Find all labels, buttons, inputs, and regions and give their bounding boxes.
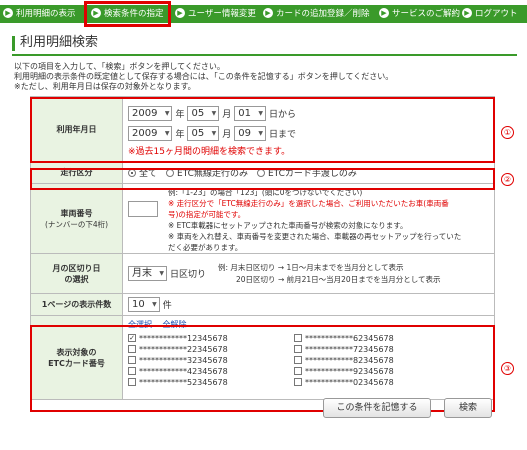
intro-line: 利用明細の表示条件の既定値として保存する場合には、「この条件を記憶する」ボタンを… bbox=[14, 72, 394, 81]
per-page-label: 1ページの表示件数 bbox=[31, 294, 123, 315]
per-page-unit: 件 bbox=[162, 301, 172, 311]
annotation-box-date bbox=[30, 97, 495, 163]
cutoff-label-sub: の選択 bbox=[64, 274, 89, 284]
nav-item-card-register[interactable]: ▶ カードの追加登録／削除 bbox=[263, 5, 370, 23]
chevron-right-icon: ▶ bbox=[263, 7, 273, 18]
vehicle-note: ※ 走行区分で「ETC無線走行のみ」を選択した場合、ご利用いただいたお車(車両番 bbox=[168, 199, 449, 208]
nav-bar: ▶ 利用明細の表示 ▶ 検索条件の指定 ▶ ユーザー情報変更 ▶ カードの追加登録／削除… bbox=[0, 5, 527, 23]
cutoff-examples: 例: 月末日区切り → 1日～月末までを当月分として表示 20日区切り → 前月… bbox=[218, 262, 440, 286]
nav-item-user-info[interactable]: ▶ ユーザー情報変更 bbox=[175, 5, 256, 23]
cutoff-label: 月の区切り日 の選択 bbox=[31, 254, 123, 293]
vehicle-row: 車両番号 (ナンバーの下4桁) 例:「1-23」の場合「123」(頭に0をつけな… bbox=[31, 184, 494, 254]
cutoff-label-main: 月の区切り日 bbox=[52, 263, 101, 273]
chevron-right-icon: ▶ bbox=[3, 7, 13, 18]
nav-selection-highlight bbox=[84, 1, 171, 27]
top-nav: ▶ 利用明細の表示 ▶ 検索条件の指定 ▶ ユーザー情報変更 ▶ カードの追加登録／削除… bbox=[0, 0, 527, 30]
save-conditions-button[interactable]: この条件を記憶する bbox=[323, 398, 431, 418]
marker-2: ② bbox=[501, 173, 514, 186]
nav-item-logout[interactable]: ▶ ログアウト bbox=[462, 5, 518, 23]
search-button[interactable]: 検索 bbox=[444, 398, 492, 418]
nav-item-cancel-service[interactable]: ▶ サービスのご解約 bbox=[379, 5, 460, 23]
intro-text: 以下の項目を入力して、「検索」ボタンを押してください。 利用明細の表示条件の既定… bbox=[14, 62, 514, 92]
vehicle-fields: 例:「1-23」の場合「123」(頭に0をつけないでください) ※ 走行区分で「… bbox=[123, 184, 494, 253]
chevron-right-icon: ▶ bbox=[462, 7, 472, 18]
cutoff-fields: 月末 日区切り 例: 月末日区切り → 1日～月末までを当月分として表示 20日… bbox=[123, 254, 494, 293]
annotation-box-route bbox=[30, 168, 495, 190]
intro-line: 以下の項目を入力して、「検索」ボタンを押してください。 bbox=[14, 62, 225, 71]
vehicle-notes: 例:「1-23」の場合「123」(頭に0をつけないでください) ※ 走行区分で「… bbox=[168, 187, 489, 253]
per-page-select[interactable]: 10 bbox=[128, 297, 160, 312]
vehicle-label-sub: (ナンバーの下4桁) bbox=[44, 219, 109, 229]
cutoff-example: 20日区切り → 前月21日～当月20日までを当月分として表示 bbox=[236, 274, 441, 284]
cutoff-select[interactable]: 月末 bbox=[128, 266, 167, 281]
vehicle-note: ※ ETC車載器にセットアップされた車両番号が検索の対象になります。 bbox=[168, 221, 408, 230]
cutoff-unit: 日区切り bbox=[170, 270, 207, 280]
marker-1: ① bbox=[501, 126, 514, 139]
vehicle-number-input[interactable] bbox=[128, 201, 158, 217]
vehicle-note: ※ 車両を入れ替え、車両番号を変更された場合、車載器の再セットアップを行っていた bbox=[168, 232, 462, 241]
cutoff-example: 例: 月末日区切り → 1日～月末までを当月分として表示 bbox=[218, 262, 404, 272]
vehicle-note: 号)の指定が可能です。 bbox=[168, 210, 246, 219]
chevron-right-icon: ▶ bbox=[379, 7, 389, 18]
cutoff-row: 月の区切り日 の選択 月末 日区切り 例: 月末日区切り → 1日～月末までを当… bbox=[31, 254, 494, 294]
chevron-right-icon: ▶ bbox=[175, 7, 185, 18]
marker-3: ③ bbox=[501, 362, 514, 375]
intro-line: ※ただし、利用年月日は保存の対象外となります。 bbox=[14, 82, 196, 91]
title-divider bbox=[12, 54, 517, 56]
per-page-row: 1ページの表示件数 10 件 bbox=[31, 294, 494, 316]
nav-item-statement[interactable]: ▶ 利用明細の表示 bbox=[3, 5, 76, 23]
page-title: 利用明細検索 bbox=[12, 33, 517, 53]
vehicle-label-main: 車両番号 bbox=[60, 208, 93, 218]
per-page-fields: 10 件 bbox=[123, 294, 494, 315]
vehicle-label: 車両番号 (ナンバーの下4桁) bbox=[31, 184, 123, 253]
vehicle-note: だく必要があります。 bbox=[168, 243, 243, 252]
